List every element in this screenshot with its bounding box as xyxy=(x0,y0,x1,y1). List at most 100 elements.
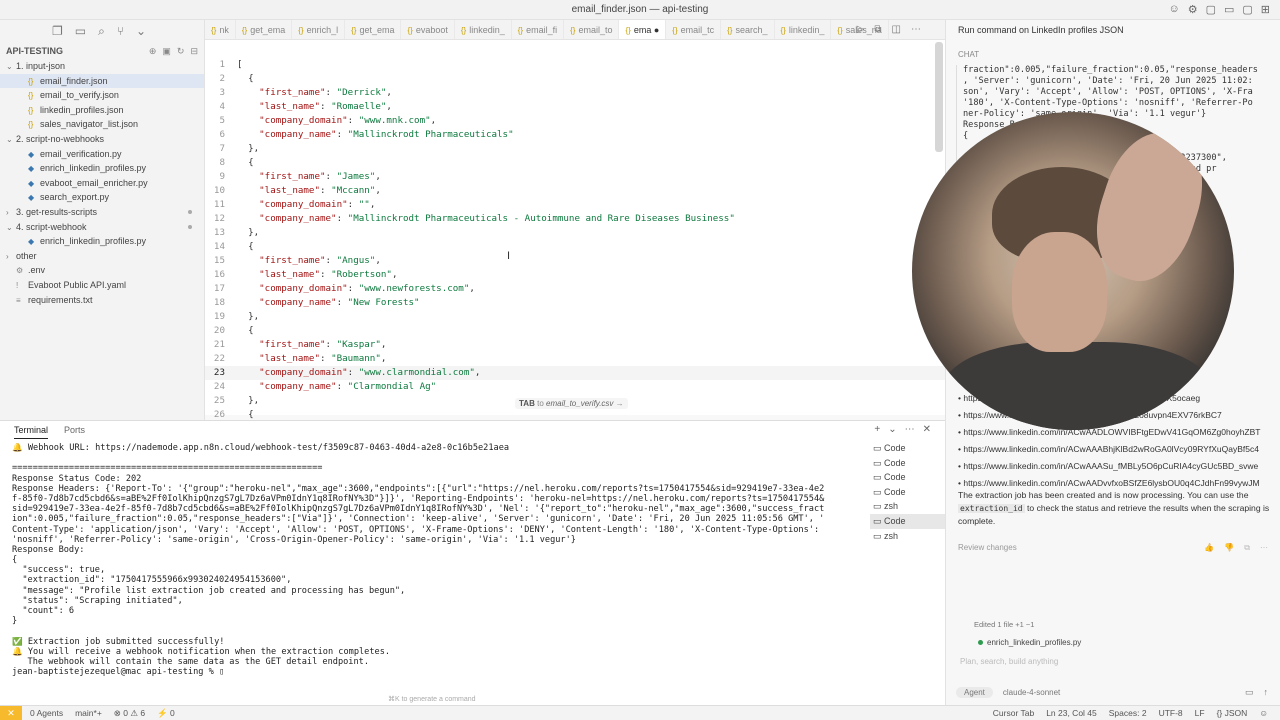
unsaved-dot-icon[interactable]: ● xyxy=(651,25,659,35)
thumbs-up-icon[interactable]: 👍 xyxy=(1204,543,1214,553)
editor-tab[interactable]: {} nk xyxy=(205,20,236,39)
edited-files-summary[interactable]: Edited 1 file +1 −1 xyxy=(956,618,1274,632)
modified-dot xyxy=(188,224,192,229)
toggle-sidebar-icon[interactable]: ▢ xyxy=(1206,3,1216,16)
files-icon[interactable]: ❐ xyxy=(52,24,63,40)
editor-tab[interactable]: {} linkedin_ xyxy=(455,20,512,39)
account-icon[interactable]: ☺ xyxy=(1168,3,1179,16)
terminal-instance[interactable]: ▭ Code xyxy=(870,456,945,471)
editor-tab[interactable]: {} search_ xyxy=(721,20,775,39)
folder-item[interactable]: ⌄ 4. script-webhook xyxy=(0,220,204,235)
chat-input[interactable]: Plan, search, build anything xyxy=(956,652,1274,671)
status-item[interactable]: UTF-8 xyxy=(1159,708,1183,718)
more-icon[interactable]: ⋯ xyxy=(905,424,915,435)
folder-item[interactable]: ⌄ 2. script-no-webhooks xyxy=(0,132,204,147)
toggle-panel-icon[interactable]: ▭ xyxy=(1224,3,1234,16)
editor-scrollbar[interactable] xyxy=(935,42,943,152)
folder-item[interactable]: ⌄ 1. input-json xyxy=(0,59,204,74)
status-item[interactable]: Cursor Tab xyxy=(993,708,1034,718)
run-icon[interactable]: ▷ xyxy=(857,24,865,35)
editor-tab[interactable]: {} email_to xyxy=(564,20,620,39)
tab-terminal[interactable]: Terminal xyxy=(14,421,49,439)
remote-icon[interactable]: ✕ xyxy=(0,706,22,720)
line-number: 14 xyxy=(213,241,225,252)
terminal-instance[interactable]: ▭ Code xyxy=(870,485,945,500)
code-editor[interactable]: 1[2 {3 "first_name": "Derrick", 4 "last_n… xyxy=(205,58,945,434)
json-value: "New Forests" xyxy=(347,297,420,308)
folder-item[interactable]: › other xyxy=(0,249,204,264)
folder-item[interactable]: › 3. get-results-scripts xyxy=(0,205,204,220)
new-file-icon[interactable]: ⊕ xyxy=(149,46,157,57)
status-item[interactable]: ☺ xyxy=(1259,708,1268,718)
file-item[interactable]: {} email_to_verify.json xyxy=(0,88,204,103)
edited-file-item[interactable]: enrich_linkedin_profiles.py xyxy=(956,638,1274,647)
chevron-down-icon[interactable]: ⌄ xyxy=(136,24,146,40)
layout-icon[interactable]: ⊞ xyxy=(1261,3,1270,16)
status-item[interactable]: Spaces: 2 xyxy=(1109,708,1147,718)
chevron-down-icon[interactable]: ⌄ xyxy=(888,424,896,435)
file-item[interactable]: ◆ evaboot_email_enricher.py xyxy=(0,176,204,191)
status-item[interactable]: ⚡ 0 xyxy=(157,708,175,719)
terminal-output[interactable]: 🔔 Webhook URL: https://nademode.app.n8n.… xyxy=(12,443,857,708)
status-item[interactable]: ⊗ 0 ⚠ 6 xyxy=(114,708,145,719)
search-icon[interactable]: ⌕ xyxy=(98,24,105,40)
more-icon[interactable]: ⋯ xyxy=(911,24,921,35)
new-folder-icon[interactable]: ▣ xyxy=(162,46,171,57)
url-text: https://www.linkedin.com/in/ACwAADvvfxoB… xyxy=(963,478,1260,488)
split-editor-icon[interactable]: ◫ xyxy=(892,24,901,35)
file-icon: {} xyxy=(570,26,576,35)
image-icon[interactable]: ▭ xyxy=(1245,687,1254,698)
file-item[interactable]: {} sales_navigator_list.json xyxy=(0,117,204,132)
terminal-instance[interactable]: ▭ Code xyxy=(870,470,945,485)
line-number: 6 xyxy=(219,129,225,140)
refresh-icon[interactable]: ↻ xyxy=(177,46,185,57)
chat-code-line: '180', 'X-Content-Type-Options': 'nosnif… xyxy=(963,98,1253,108)
file-item[interactable]: ⚙ .env xyxy=(0,263,204,278)
line-number: 13 xyxy=(213,227,225,238)
editor-tab[interactable]: {} get_ema xyxy=(236,20,293,39)
status-item[interactable]: {} JSON xyxy=(1217,708,1248,718)
settings-icon[interactable]: ⚙ xyxy=(1188,3,1198,16)
more-icon[interactable]: ⋯ xyxy=(1260,543,1268,553)
toggle-chat-icon[interactable]: ▢ xyxy=(1242,3,1252,16)
review-changes-link[interactable]: Review changes xyxy=(958,543,1017,552)
editor-tab[interactable]: {} linkedin_ xyxy=(775,20,832,39)
tab-ports[interactable]: Ports xyxy=(64,421,85,439)
file-item[interactable]: ! Evaboot Public API.yaml xyxy=(0,278,204,293)
editor-tab[interactable]: {} email_fi xyxy=(512,20,565,39)
close-icon[interactable]: ✕ xyxy=(923,424,931,435)
linkedin-url[interactable]: • https://www.linkedin.com/in/ACwAAABhjK… xyxy=(958,441,1278,458)
file-item[interactable]: ◆ enrich_linkedin_profiles.py xyxy=(0,234,204,249)
open-changes-icon[interactable]: ⧉ xyxy=(874,24,881,35)
editor-tab[interactable]: {} ema ● xyxy=(619,20,667,39)
terminal-instance[interactable]: ▭ zsh xyxy=(870,499,945,514)
line-number: 17 xyxy=(213,283,225,294)
terminal-instance[interactable]: ▭ Code xyxy=(870,441,945,456)
file-item[interactable]: ◆ email_verification.py xyxy=(0,147,204,162)
terminal-instance[interactable]: ▭ Code xyxy=(870,513,945,529)
agent-mode-selector[interactable]: Agent xyxy=(956,687,993,698)
editor-tab[interactable]: {} get_ema xyxy=(345,20,402,39)
file-item[interactable]: {} email_finder.json xyxy=(0,73,204,89)
new-terminal-icon[interactable]: + xyxy=(874,424,880,435)
file-item[interactable]: ◆ search_export.py xyxy=(0,190,204,205)
copy-icon[interactable]: ⧉ xyxy=(1244,543,1250,553)
send-icon[interactable]: ↑ xyxy=(1264,687,1269,698)
model-selector[interactable]: claude-4-sonnet xyxy=(1003,688,1060,697)
folder-icon[interactable]: ▭ xyxy=(75,24,86,40)
collapse-icon[interactable]: ⊟ xyxy=(190,46,198,57)
status-item[interactable]: main*+ xyxy=(75,708,102,719)
editor-tab[interactable]: {} enrich_l xyxy=(292,20,346,39)
status-item[interactable]: 0 Agents xyxy=(30,708,63,719)
status-item[interactable]: Ln 23, Col 45 xyxy=(1046,708,1097,718)
thumbs-down-icon[interactable]: 👎 xyxy=(1224,543,1234,553)
editor-tab[interactable]: {} evaboot xyxy=(401,20,455,39)
source-control-icon[interactable]: ⑂ xyxy=(117,24,124,40)
editor-tab[interactable]: {} email_tc xyxy=(666,20,722,39)
terminal-instance[interactable]: ▭ zsh xyxy=(870,529,945,544)
status-item[interactable]: LF xyxy=(1195,708,1205,718)
file-item[interactable]: ◆ enrich_linkedin_profiles.py xyxy=(0,161,204,176)
file-item[interactable]: {} linkedin_profiles.json xyxy=(0,103,204,118)
file-item[interactable]: ≡ requirements.txt xyxy=(0,293,204,308)
linkedin-url[interactable]: • https://www.linkedin.com/in/ACwAAASu_f… xyxy=(958,458,1278,475)
